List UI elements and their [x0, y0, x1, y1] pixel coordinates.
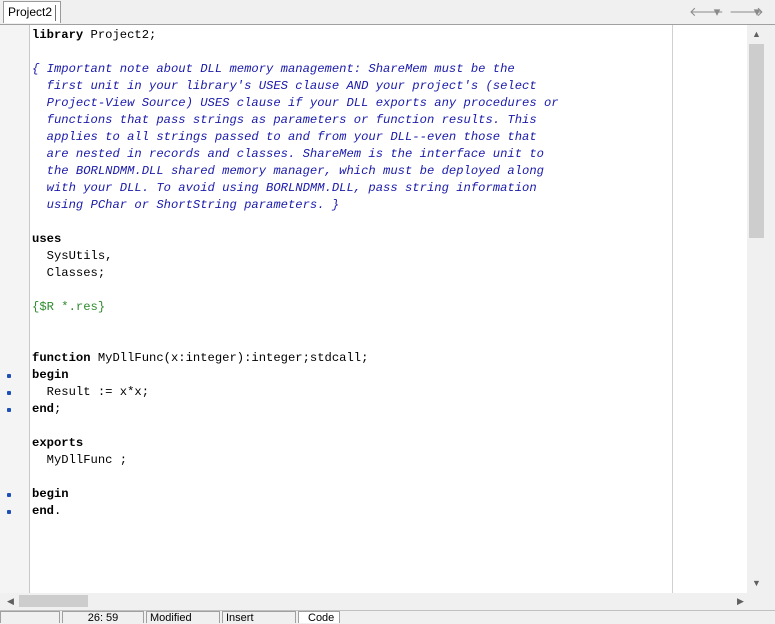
code-line[interactable]: using PChar or ShortString parameters. }	[32, 197, 559, 214]
code-line[interactable]: exports	[32, 435, 559, 452]
tab-separator	[55, 4, 57, 21]
code-line[interactable]	[32, 418, 559, 435]
code-keyword: exports	[32, 436, 84, 450]
status-blank-panel	[0, 611, 60, 623]
code-line[interactable]: first unit in your library's USES clause…	[32, 78, 559, 95]
code-line[interactable]	[32, 316, 559, 333]
code-text: Classes;	[32, 266, 106, 280]
forward-arrow-icon[interactable]: 🡒	[729, 4, 764, 20]
code-text: Project2;	[83, 28, 157, 42]
breakpoint-dot-icon[interactable]	[7, 510, 11, 514]
code-line[interactable]: applies to all strings passed to and fro…	[32, 129, 559, 146]
code-comment: are nested in records and classes. Share…	[32, 147, 544, 161]
code-line[interactable]	[32, 214, 559, 231]
scroll-left-icon[interactable]: ◀	[3, 594, 18, 609]
code-keyword: uses	[32, 232, 62, 246]
code-line[interactable]	[32, 44, 559, 61]
scroll-right-icon[interactable]: ▶	[733, 594, 748, 609]
code-keyword: library	[32, 28, 84, 42]
code-keyword: begin	[32, 368, 69, 382]
code-comment: with your DLL. To avoid using BORLNDMM.D…	[32, 181, 537, 195]
code-comment: using PChar or ShortString parameters. }	[32, 198, 340, 212]
code-line[interactable]: library Project2;	[32, 27, 559, 44]
code-keyword: end	[32, 402, 54, 416]
code-line[interactable]: Project-View Source) USES clause if your…	[32, 95, 559, 112]
code-comment: the BORLNDMM.DLL shared memory manager, …	[32, 164, 544, 178]
code-line[interactable]: Result := x*x;	[32, 384, 559, 401]
right-margin-line	[672, 25, 673, 593]
tab-code[interactable]: Code	[298, 611, 340, 623]
code-line[interactable]: begin	[32, 486, 559, 503]
tab-label: Project2	[8, 5, 53, 19]
horizontal-scroll-thumb[interactable]	[19, 595, 88, 607]
breakpoint-dot-icon[interactable]	[7, 391, 11, 395]
code-keyword: begin	[32, 487, 69, 501]
editor-tab-bar: Project2 🡐 ▾ 🡒 ▾	[0, 0, 775, 25]
code-keyword: function	[32, 351, 91, 365]
code-line[interactable]: { Important note about DLL memory manage…	[32, 61, 559, 78]
source-code[interactable]: library Project2; { Important note about …	[32, 27, 559, 520]
breakpoint-dot-icon[interactable]	[7, 408, 11, 412]
code-comment: { Important note about DLL memory manage…	[32, 62, 515, 76]
code-comment: applies to all strings passed to and fro…	[32, 130, 537, 144]
code-text: SysUtils,	[32, 249, 113, 263]
cursor-position: 26: 59	[62, 611, 144, 623]
code-line[interactable]	[32, 469, 559, 486]
scroll-up-icon[interactable]: ▲	[749, 27, 764, 42]
back-history-dropdown-icon[interactable]: ▾	[709, 4, 725, 20]
horizontal-scrollbar[interactable]	[0, 593, 765, 609]
breakpoint-dot-icon[interactable]	[7, 374, 11, 378]
code-text: MyDllFunc(x:integer):integer;stdcall;	[90, 351, 369, 365]
scroll-down-icon[interactable]: ▼	[749, 576, 764, 591]
insert-mode-indicator: Insert	[222, 611, 296, 623]
tab-project2[interactable]: Project2	[3, 1, 62, 23]
code-text: ;	[53, 402, 62, 416]
code-line[interactable]: functions that pass strings as parameter…	[32, 112, 559, 129]
code-line[interactable]: begin	[32, 367, 559, 384]
code-comment: functions that pass strings as parameter…	[32, 113, 537, 127]
editor-gutter[interactable]	[0, 25, 30, 593]
code-text: Result := x*x;	[32, 385, 150, 399]
code-line[interactable]: uses	[32, 231, 559, 248]
code-line[interactable]: SysUtils,	[32, 248, 559, 265]
forward-history-dropdown-icon[interactable]: ▾	[749, 4, 765, 20]
code-line[interactable]: MyDllFunc ;	[32, 452, 559, 469]
code-text: MyDllFunc ;	[32, 453, 128, 467]
code-text: .	[53, 504, 62, 518]
breakpoint-dot-icon[interactable]	[7, 493, 11, 497]
vertical-scroll-thumb[interactable]	[749, 44, 764, 238]
code-line[interactable]: Classes;	[32, 265, 559, 282]
code-comment: first unit in your library's USES clause…	[32, 79, 537, 93]
code-line[interactable]: end.	[32, 503, 559, 520]
code-keyword: end	[32, 504, 54, 518]
code-line[interactable]: the BORLNDMM.DLL shared memory manager, …	[32, 163, 559, 180]
code-line[interactable]	[32, 333, 559, 350]
modified-indicator: Modified	[146, 611, 220, 623]
code-line[interactable]	[32, 282, 559, 299]
code-line[interactable]: function MyDllFunc(x:integer):integer;st…	[32, 350, 559, 367]
code-line[interactable]: end;	[32, 401, 559, 418]
code-directive: {$R *.res}	[32, 300, 106, 314]
code-comment: Project-View Source) USES clause if your…	[32, 96, 559, 110]
code-line[interactable]: {$R *.res}	[32, 299, 559, 316]
code-line[interactable]: with your DLL. To avoid using BORLNDMM.D…	[32, 180, 559, 197]
code-line[interactable]: are nested in records and classes. Share…	[32, 146, 559, 163]
back-arrow-icon[interactable]: 🡐	[689, 4, 724, 20]
